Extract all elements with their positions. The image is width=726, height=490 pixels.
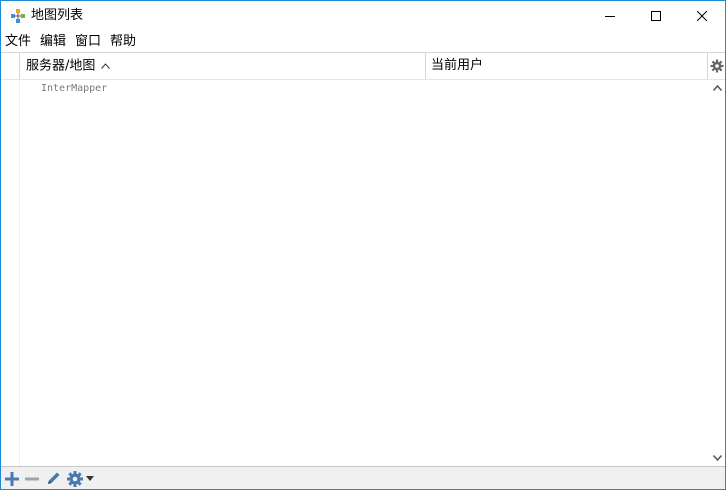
minimize-button[interactable]: [587, 1, 633, 31]
map-list-table[interactable]: InterMapper: [1, 80, 709, 466]
column-header-user-label: 当前用户: [431, 58, 484, 73]
window-title: 地图列表: [31, 8, 84, 23]
title-bar[interactable]: 地图列表: [1, 1, 725, 31]
menu-file[interactable]: 文件: [1, 32, 36, 51]
settings-menu-button[interactable]: [66, 470, 98, 487]
map-list-window: 地图列表 文件 编辑 窗口 帮助 服务器/地图 当前用户 InterMapper: [0, 0, 726, 490]
gear-icon: [67, 470, 83, 487]
dropdown-arrow-icon: [86, 476, 94, 481]
column-settings-gear-icon[interactable]: [710, 58, 724, 73]
column-divider[interactable]: [425, 53, 426, 79]
maximize-icon: [651, 11, 661, 21]
chevron-down-icon: [712, 455, 722, 461]
bottom-toolbar: [1, 466, 725, 489]
menu-edit[interactable]: 编辑: [36, 32, 71, 51]
column-divider-last[interactable]: [707, 53, 708, 79]
header-gutter-divider: [19, 53, 20, 79]
table-row[interactable]: InterMapper: [41, 82, 107, 96]
minus-icon: [25, 477, 39, 480]
pencil-icon: [48, 472, 60, 484]
chevron-up-icon: [712, 85, 722, 91]
plus-icon: [5, 471, 19, 486]
add-button[interactable]: [4, 470, 21, 487]
menu-bar: 文件 编辑 窗口 帮助: [1, 32, 141, 51]
close-button[interactable]: [679, 1, 725, 31]
maximize-button[interactable]: [633, 1, 679, 31]
edit-button[interactable]: [45, 470, 63, 487]
body-gutter-divider: [19, 80, 20, 466]
column-header-servers-maps[interactable]: 服务器/地图: [26, 53, 111, 79]
app-icon: [10, 8, 26, 24]
server-name: InterMapper: [41, 83, 108, 94]
scroll-down-button[interactable]: [709, 450, 725, 466]
sort-ascending-icon: [101, 53, 111, 79]
menu-help[interactable]: 帮助: [106, 32, 141, 51]
scroll-up-button[interactable]: [709, 80, 725, 96]
column-header-servers-label: 服务器/地图: [26, 58, 96, 74]
column-header-current-user[interactable]: 当前用户: [431, 53, 483, 79]
close-icon: [697, 11, 707, 21]
table-header: 服务器/地图 当前用户: [1, 52, 725, 80]
remove-button[interactable]: [24, 470, 42, 487]
menu-window[interactable]: 窗口: [71, 32, 106, 51]
minimize-icon: [605, 16, 615, 17]
vertical-scrollbar[interactable]: [709, 80, 725, 466]
